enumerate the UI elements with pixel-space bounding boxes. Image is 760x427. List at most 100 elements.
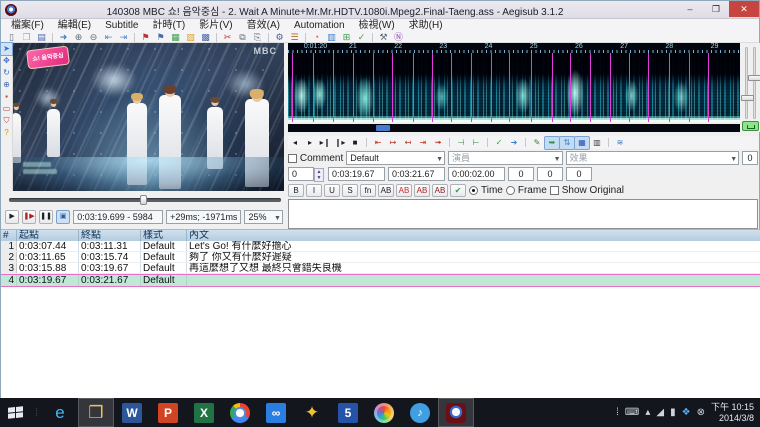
audio-scroll-thumb[interactable] [376,125,390,131]
taskbar-app-chrome[interactable] [222,398,258,427]
underline-button[interactable]: U [324,184,340,197]
zoom-out-icon[interactable]: ⊖ [86,32,101,43]
menu-subtitle[interactable]: Subtitle [99,19,144,32]
comment-checkbox[interactable] [288,154,297,163]
rect-clip-tool-icon[interactable]: ▭ [1,103,12,115]
menu-view[interactable]: 檢視(W) [353,19,401,32]
paste-icon[interactable]: ⎘ [250,32,265,43]
rotate-z-tool-icon[interactable]: ↻ [1,67,12,79]
subtitle-edit-box[interactable] [288,199,758,229]
spectrum-mode-icon[interactable]: ▦ [575,137,589,149]
resample-resolution-icon[interactable]: ⊞ [339,32,354,43]
karaoke-mode-icon[interactable]: ≋ [613,137,627,149]
zoom-thumb[interactable] [748,75,760,81]
zoom-slider[interactable] [753,47,756,119]
autoseek-toggle[interactable]: ▣ [56,210,70,224]
audio-scrollbar[interactable] [288,124,740,132]
network-icon[interactable]: ◢ [656,407,664,418]
menu-audio[interactable]: 音效(A) [241,19,286,32]
grid-header[interactable]: #起點終點樣式內文 [1,230,760,241]
copy-icon[interactable]: ⧉ [235,32,250,43]
close-button[interactable]: ✕ [729,1,759,17]
table-row[interactable]: 10:03:07.440:03:11.31DefaultLet's Go! 有什… [1,241,760,252]
taskbar-app-ie[interactable]: e [42,398,78,427]
table-row[interactable]: 20:03:11.650:03:15.74Default夠了 你又有什麼好遲疑 [1,252,760,263]
video-zoom-select[interactable]: 25%▼ [244,210,283,224]
snap-end-icon[interactable]: ⇥ [116,32,131,43]
scroll-right-icon[interactable]: ▸ [303,137,317,149]
zoom-in-icon[interactable]: ⊕ [71,32,86,43]
bold-button[interactable]: B [288,184,304,197]
time-radio[interactable] [469,186,478,195]
hidden-icons-icon[interactable]: ▴ [645,407,650,418]
play-line-button[interactable]: ❚▶ [22,210,36,224]
menu-video[interactable]: 影片(V) [193,19,238,32]
style-select[interactable]: Default▼ [346,151,445,165]
pause-button[interactable]: ❚❚ [39,210,53,224]
video-seek-slider[interactable] [9,195,281,205]
set-start-icon[interactable]: ⊣ [454,137,468,149]
taskbar-app-file-explorer[interactable]: ❒ [78,398,114,427]
primary-color-button[interactable]: AB [378,184,394,197]
sync-video-icon[interactable]: ⚑ [138,32,153,43]
scale-tool-icon[interactable]: ▪ [1,91,12,103]
outline-color-button[interactable]: AB [414,184,430,197]
frame-radio[interactable] [506,186,515,195]
start-time-field[interactable]: 0:03:19.67 [328,167,385,181]
duration-field[interactable]: 0:00:02.00 [448,167,505,181]
action-center-icon[interactable]: ⊗ [697,407,705,418]
play-before-end-icon[interactable]: ↤ [401,137,415,149]
save-subtitles-icon[interactable]: ▤ [34,32,49,43]
play-button[interactable]: ▶ [5,210,19,224]
taskbar-app-word[interactable]: W [114,398,150,427]
table-row[interactable]: 40:03:19.670:03:21.67Default [1,274,760,287]
maximize-button[interactable]: ❐ [703,1,729,17]
about-icon[interactable]: Ⓝ [391,32,406,43]
help-tool-icon[interactable]: ? [1,127,12,139]
taskbar-clock[interactable]: 下午 10:152014/3/8 [711,402,754,424]
volume-thumb[interactable] [741,95,754,101]
automation-manager-icon[interactable]: ⚙ [272,32,287,43]
spinner-arrows[interactable]: ▲▼ [314,168,324,182]
start-button[interactable] [0,398,30,427]
actor-select[interactable]: 演員▼ [448,151,563,165]
play-to-end-icon[interactable]: ➟ [431,137,445,149]
shift-times-icon[interactable]: ◔ [309,32,324,43]
play-before-start-icon[interactable]: ⇤ [371,137,385,149]
scroll-left-icon[interactable]: ◂ [288,137,302,149]
menu-edit[interactable]: 編輯(E) [52,19,97,32]
keyboard-icon[interactable]: ⌨ [625,407,639,418]
audio-spectrogram[interactable] [288,53,740,122]
commit-button-button[interactable]: ✔ [450,184,466,197]
set-end-icon[interactable]: ⊢ [469,137,483,149]
fonts-collector-icon[interactable]: ▩ [198,32,213,43]
show-original-checkbox[interactable] [550,186,559,195]
taskbar-app-aegisub[interactable] [438,398,474,427]
tray-grip-icon[interactable]: ⁞ [616,407,619,418]
margin-left-field[interactable]: 0 [508,167,534,181]
waveform-mode-icon[interactable]: ▥ [590,137,604,149]
sync-subtitles-icon[interactable]: ⚑ [153,32,168,43]
auto-go-next-icon[interactable]: ➥ [545,137,559,149]
play-line-icon[interactable]: ❙▸ [333,137,347,149]
end-time-field[interactable]: 0:03:21.67 [388,167,445,181]
drag-tool-icon[interactable]: ✥ [1,55,12,67]
strikeout-button[interactable]: S [342,184,358,197]
taskbar-app-itunes[interactable]: ♪ [402,398,438,427]
taskbar-app-bird-app[interactable]: ✦ [294,398,330,427]
options-icon[interactable]: ⚒ [376,32,391,43]
snap-start-icon[interactable]: ⇤ [101,32,116,43]
messenger-icon[interactable]: ❖ [682,407,691,418]
styles-manager-icon[interactable]: ▦ [168,32,183,43]
margin-vertical-field[interactable]: 0 [566,167,592,181]
right-value-box[interactable]: 0 [742,151,758,165]
stop-icon[interactable]: ■ [348,137,362,149]
grid-column-header[interactable]: # [1,230,17,241]
italic-button[interactable]: I [306,184,322,197]
jump-to-icon[interactable]: ➜ [56,32,71,43]
play-after-start-icon[interactable]: ↦ [386,137,400,149]
font-face-button[interactable]: fn [360,184,376,197]
table-row[interactable]: 30:03:15.880:03:19.67Default再這麼想了又想 最終只會… [1,263,760,274]
auto-commit-icon[interactable]: ✎ [530,137,544,149]
select-lines-icon[interactable]: ▥ [324,32,339,43]
